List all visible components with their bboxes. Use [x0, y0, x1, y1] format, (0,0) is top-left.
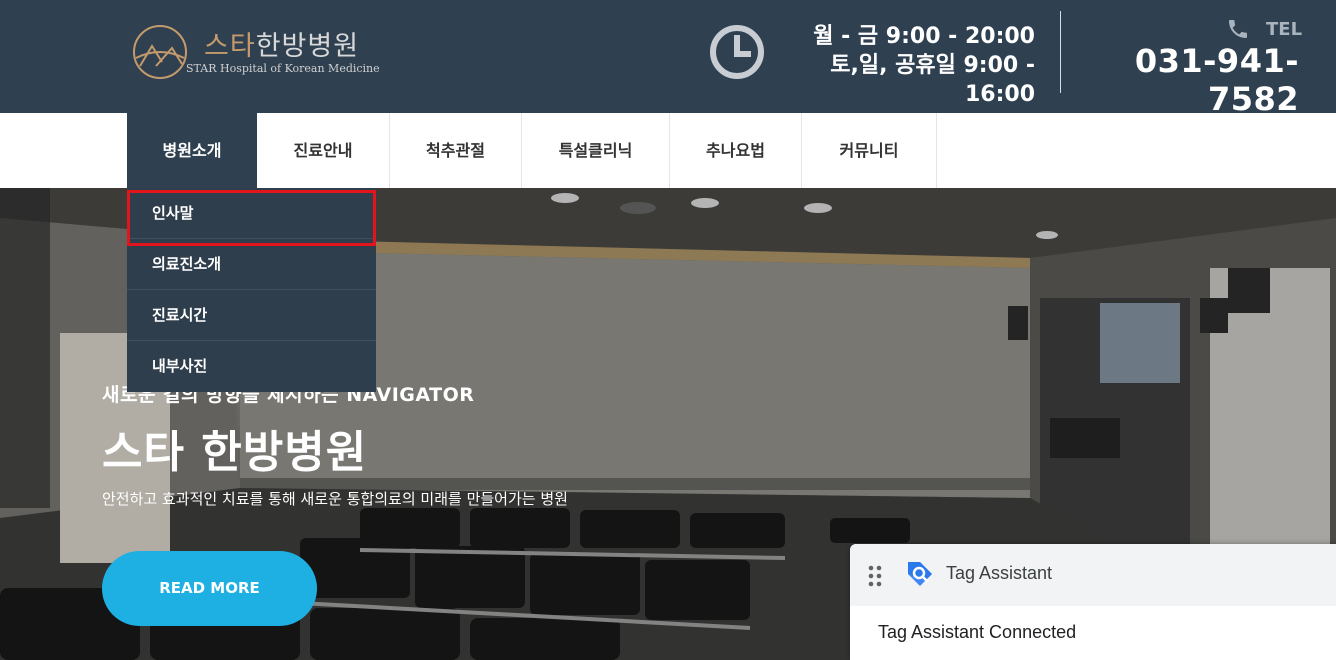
drag-handle-icon[interactable] — [868, 565, 882, 587]
tag-assistant-logo-icon — [908, 562, 932, 586]
nav-item-spine-joint[interactable]: 척추관절 — [390, 113, 522, 188]
opening-hours: 월 - 금 9:00 - 20:00 토,일, 공휴일 9:00 - 16:00 — [770, 22, 1035, 109]
nav-item-special-clinic[interactable]: 특설클리닉 — [522, 113, 670, 188]
nav-item-community[interactable]: 커뮤니티 — [802, 113, 937, 188]
dropdown-item-hours[interactable]: 진료시간 — [127, 290, 376, 341]
logo-title-rest: 한방병원 — [255, 31, 360, 62]
phone-number[interactable]: 031-941-7582 — [1083, 42, 1299, 118]
tag-assistant-title: Tag Assistant — [946, 563, 1053, 583]
clock-icon — [710, 25, 764, 79]
logo-subtitle: STAR Hospital of Korean Medicine — [186, 62, 380, 75]
hero-description: 안전하고 효과적인 치료를 통해 새로운 통합의료의 미래를 만들어가는 병원 — [102, 490, 568, 508]
header-divider — [1060, 11, 1061, 93]
tag-assistant-status: Tag Assistant Connected — [878, 622, 1077, 642]
logo-mark-icon — [133, 25, 187, 79]
about-dropdown-menu: 인사말 의료진소개 진료시간 내부사진 — [127, 188, 376, 392]
hours-weekday: 월 - 금 9:00 - 20:00 — [813, 24, 1035, 49]
tag-assistant-header: Tag Assistant — [850, 544, 1336, 606]
nav-item-about[interactable]: 병원소개 — [127, 113, 257, 188]
dropdown-item-interior-photos[interactable]: 내부사진 — [127, 341, 376, 392]
tag-assistant-panel: Tag Assistant Tag Assistant Connected — [850, 544, 1336, 660]
main-nav: 병원소개 진료안내 척추관절 특설클리닉 추나요법 커뮤니티 — [0, 113, 1336, 188]
hero-title: 스타 한방병원 — [102, 427, 368, 478]
hospital-logo[interactable]: 스타한방병원 STAR Hospital of Korean Medicine — [132, 22, 382, 82]
dropdown-item-medical-staff[interactable]: 의료진소개 — [127, 239, 376, 290]
logo-title-brand: 스타 — [204, 31, 256, 62]
tel-label-text: TEL — [1266, 19, 1303, 40]
nav-item-treatment-guide[interactable]: 진료안내 — [257, 113, 390, 188]
tel-label: TEL — [1226, 17, 1303, 41]
nav-item-chuna-therapy[interactable]: 추나요법 — [670, 113, 802, 188]
site-header: 스타한방병원 STAR Hospital of Korean Medicine … — [0, 0, 1336, 118]
read-more-button[interactable]: READ MORE — [102, 551, 317, 626]
logo-title: 스타한방병원 — [204, 24, 359, 63]
hours-weekend: 토,일, 공휴일 9:00 - 16:00 — [830, 53, 1035, 107]
phone-icon — [1229, 20, 1247, 38]
dropdown-item-greeting[interactable]: 인사말 — [127, 188, 376, 239]
